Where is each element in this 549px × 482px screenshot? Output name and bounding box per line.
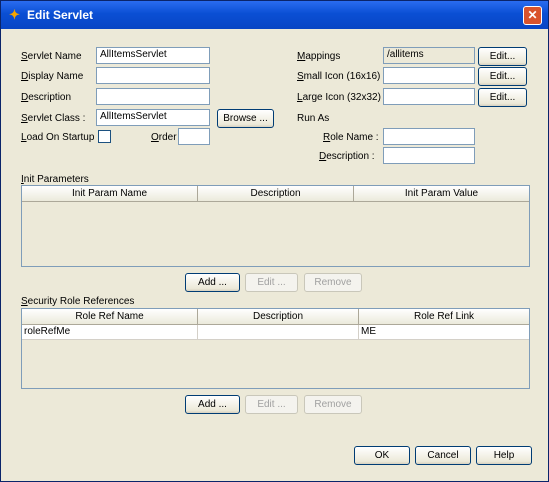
ok-button[interactable]: OK [354,446,410,465]
run-as-description-label: Description : [319,151,375,162]
large-icon-edit-button[interactable]: Edit... [478,88,527,107]
large-icon-input[interactable] [383,88,475,105]
help-button[interactable]: Help [476,446,532,465]
init-params-add-button[interactable]: Add ... [185,273,240,292]
init-params-edit-button: Edit ... [245,273,298,292]
security-roles-col-name[interactable]: Role Ref Name [22,309,198,325]
load-on-startup-checkbox[interactable] [98,130,111,143]
window-title: Edit Servlet [27,8,94,22]
security-roles-edit-button: Edit ... [245,395,298,414]
description-label: Description [21,92,72,103]
browse-button[interactable]: Browse ... [217,109,274,128]
security-roles-add-button[interactable]: Add ... [185,395,240,414]
servlet-name-input[interactable]: AllItemsServlet [96,47,210,64]
large-icon-label: Large Icon (32x32) [297,92,381,103]
security-roles-remove-button: Remove [304,395,362,414]
load-on-startup-label: Load On Startup [21,132,95,143]
init-params-col-name[interactable]: Init Param Name [22,186,198,202]
mappings-edit-button[interactable]: Edit... [478,47,527,66]
servlet-name-label: Servlet Name [21,51,82,62]
role-name-label: Role Name : [323,132,379,143]
display-name-label: Display Name [21,71,84,82]
table-row-cell-name[interactable]: roleRefMe [22,325,198,340]
role-name-input[interactable] [383,128,475,145]
table-row-cell-description[interactable] [198,325,359,340]
security-roles-col-description[interactable]: Description [198,309,359,325]
close-button[interactable]: ✕ [523,6,542,25]
init-params-col-description[interactable]: Description [198,186,354,202]
init-params-table[interactable]: Init Param Name Description Init Param V… [21,185,530,267]
security-roles-table[interactable]: Role Ref Name Description Role Ref Link … [21,308,530,389]
app-icon: ✦ [9,7,20,22]
init-params-remove-button: Remove [304,273,362,292]
servlet-class-label: Servlet Class : [21,113,86,124]
title-bar[interactable]: ✦ Edit Servlet ✕ [1,1,548,29]
init-params-col-value[interactable]: Init Param Value [354,186,529,202]
display-name-input[interactable] [96,67,210,84]
edit-servlet-dialog: ✦ Edit Servlet ✕ Servlet Name AllItemsSe… [0,0,549,482]
security-roles-title: Security Role References [21,296,135,307]
init-params-title: Init Parameters [21,174,89,185]
order-input[interactable] [178,128,210,145]
description-input[interactable] [96,88,210,105]
mappings-label: Mappings [297,51,341,62]
servlet-class-input[interactable]: AllItemsServlet [96,109,210,126]
security-roles-col-link[interactable]: Role Ref Link [359,309,529,325]
small-icon-label: Small Icon (16x16) [297,71,381,82]
small-icon-input[interactable] [383,67,475,84]
table-row-cell-link[interactable]: ME [359,325,529,340]
cancel-button[interactable]: Cancel [415,446,471,465]
run-as-label: Run As [297,113,330,124]
mappings-input: /allitems [383,47,475,64]
small-icon-edit-button[interactable]: Edit... [478,67,527,86]
run-as-description-input[interactable] [383,147,475,164]
